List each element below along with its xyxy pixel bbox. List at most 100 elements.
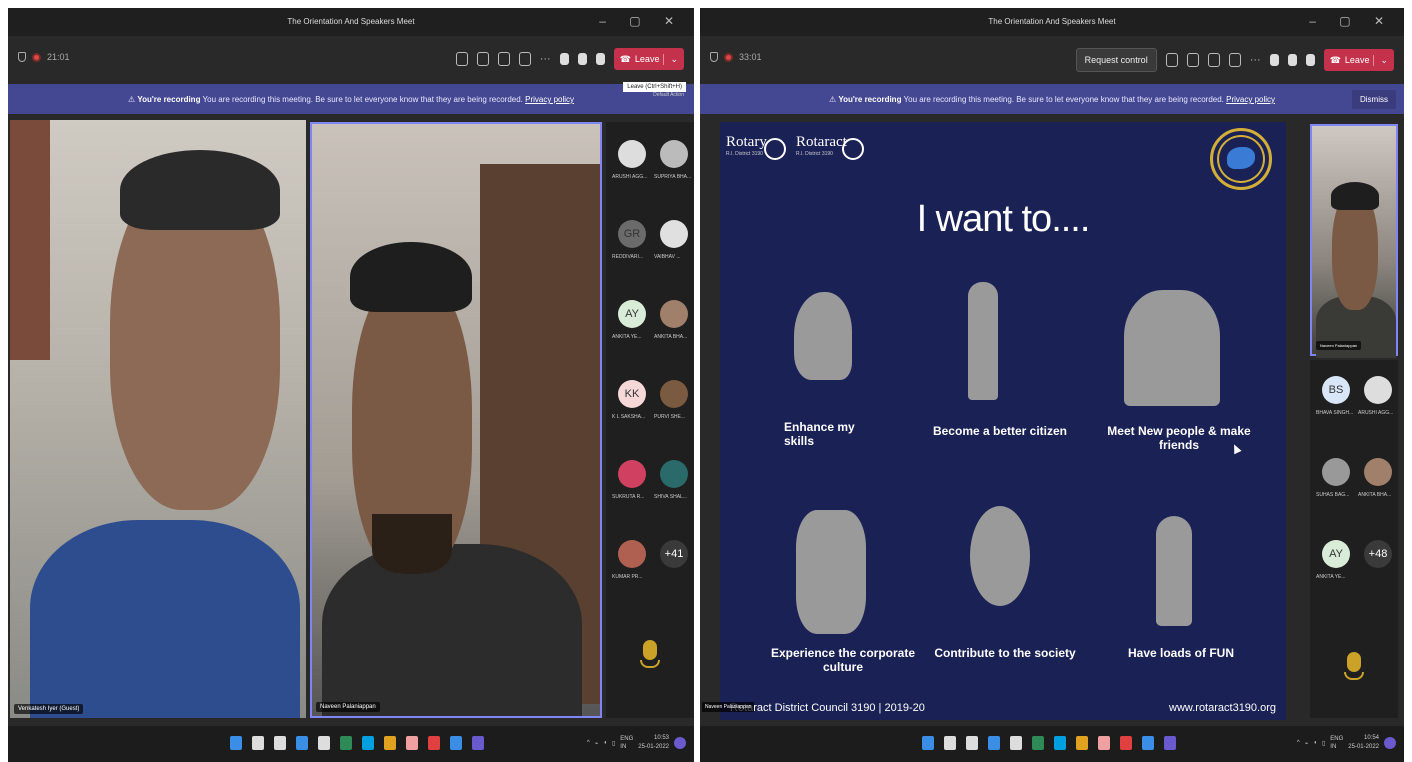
clock-time: 10:54 (1363, 735, 1379, 741)
rotaract-wheel-icon (842, 138, 864, 160)
window-controls[interactable]: – ▢ ✕ (599, 14, 684, 28)
chevron-up-icon[interactable]: ^ (1297, 740, 1300, 746)
window-controls[interactable]: – ▢ ✕ (1309, 14, 1394, 28)
edge-icon[interactable] (1054, 736, 1066, 750)
privacy-link[interactable]: Privacy policy (1226, 95, 1275, 104)
banner-text: You are recording this meeting. Be sure … (202, 95, 523, 104)
clock[interactable]: 10:54 25-01-2022 (1348, 734, 1379, 752)
mic-icon[interactable] (577, 53, 587, 65)
app-icon[interactable] (1142, 736, 1154, 750)
search-icon[interactable] (252, 736, 264, 750)
participant-avatar[interactable] (618, 460, 646, 488)
participant-name: Venkatesh Iyer (Guest) (14, 704, 84, 714)
participant-avatar[interactable]: +48 (1364, 540, 1392, 568)
dismiss-button[interactable]: Dismiss (1352, 90, 1396, 109)
file-explorer-icon[interactable] (1076, 736, 1088, 750)
widgets-icon[interactable] (988, 736, 1000, 750)
leave-button[interactable]: ☎ Leave ⌄ (613, 48, 684, 70)
app-icon[interactable] (1120, 736, 1132, 750)
battery-icon[interactable]: ▯ (612, 740, 615, 747)
volume-icon[interactable]: ◖ (1313, 740, 1317, 746)
presenter-video[interactable]: Naveen Palaniappan (1310, 124, 1398, 358)
hand-raise-icon[interactable] (1165, 53, 1178, 67)
district-seal (1210, 128, 1272, 190)
battery-icon[interactable]: ▯ (1322, 740, 1325, 747)
right-teams-window: The Orientation And Speakers Meet – ▢ ✕ … (700, 8, 1404, 762)
participant-avatar[interactable]: KK (618, 380, 646, 408)
system-tray: ^ ⌁ ◖ ▯ ENG IN 10:53 25-01-2022 (587, 734, 686, 752)
leave-label: Leave (634, 54, 660, 64)
task-view-icon[interactable] (274, 736, 286, 750)
participant-avatar[interactable] (1364, 458, 1392, 486)
participant-avatar[interactable]: AY (618, 300, 646, 328)
participant-name: KUMAR PR... (612, 574, 643, 580)
more-options-icon[interactable]: ··· (1250, 54, 1261, 66)
search-icon[interactable] (944, 736, 956, 750)
chat-icon[interactable] (318, 736, 330, 750)
participant-avatar[interactable] (618, 140, 646, 168)
chat-icon[interactable] (497, 52, 510, 66)
file-explorer-icon[interactable] (384, 736, 396, 750)
clock[interactable]: 10:53 25-01-2022 (638, 734, 669, 752)
widgets-icon[interactable] (296, 736, 308, 750)
participant-avatar[interactable]: AY (1322, 540, 1350, 568)
mic-icon[interactable] (1287, 54, 1297, 66)
more-options-icon[interactable]: ··· (540, 53, 551, 65)
share-icon[interactable] (1228, 53, 1241, 67)
notification-icon[interactable] (1384, 737, 1396, 749)
reactions-icon[interactable] (1186, 53, 1199, 67)
network-icon[interactable]: ⌁ (1305, 740, 1309, 747)
leave-button[interactable]: ☎ Leave ⌄ (1323, 49, 1394, 71)
app-icon[interactable] (406, 736, 418, 750)
participant-avatar[interactable] (660, 140, 688, 168)
reactions-icon[interactable] (476, 52, 489, 66)
app-icon[interactable] (450, 736, 462, 750)
participant-video-1[interactable]: Venkatesh Iyer (Guest) (10, 120, 306, 718)
start-icon[interactable] (230, 736, 242, 750)
participant-video-2[interactable]: Naveen Palaniappan (310, 122, 602, 718)
chevron-down-icon[interactable]: ⌄ (663, 53, 678, 65)
task-view-icon[interactable] (966, 736, 978, 750)
camera-icon[interactable] (1269, 54, 1279, 66)
edge-icon[interactable] (362, 736, 374, 750)
window-title: The Orientation And Speakers Meet (988, 17, 1116, 26)
participant-avatar[interactable]: GR (618, 220, 646, 248)
participant-avatar[interactable] (1364, 376, 1392, 404)
privacy-link[interactable]: Privacy policy (525, 95, 574, 104)
participant-avatar[interactable]: BS (1322, 376, 1350, 404)
mic-stand (1344, 672, 1364, 680)
chevron-down-icon[interactable]: ⌄ (1373, 54, 1388, 66)
person-beard (372, 514, 452, 574)
teams-icon[interactable] (472, 736, 484, 750)
request-control-button[interactable]: Request control (1075, 48, 1157, 72)
input-language[interactable]: ENG IN (1330, 735, 1343, 751)
store-icon[interactable] (340, 736, 352, 750)
network-icon[interactable]: ⌁ (595, 740, 599, 747)
start-icon[interactable] (922, 736, 934, 750)
clock-date: 25-01-2022 (638, 744, 669, 750)
store-icon[interactable] (1032, 736, 1044, 750)
teams-icon[interactable] (1164, 736, 1176, 750)
share-tray-icon[interactable] (595, 53, 605, 65)
chevron-up-icon[interactable]: ^ (587, 740, 590, 746)
share-tray-icon[interactable] (1305, 54, 1315, 66)
volume-icon[interactable]: ◖ (603, 740, 607, 746)
title-bar: The Orientation And Speakers Meet – ▢ ✕ (8, 8, 694, 36)
participant-avatar[interactable] (660, 300, 688, 328)
share-icon[interactable] (518, 52, 531, 66)
input-language[interactable]: ENG IN (620, 735, 633, 751)
app-icon[interactable] (428, 736, 440, 750)
participant-avatar[interactable] (618, 540, 646, 568)
camera-icon[interactable] (559, 53, 569, 65)
chat-icon[interactable] (1010, 736, 1022, 750)
app-icon[interactable] (1098, 736, 1110, 750)
notification-icon[interactable] (674, 737, 686, 749)
participant-avatar[interactable] (660, 220, 688, 248)
participant-avatar[interactable] (1322, 458, 1350, 486)
participant-avatar[interactable] (660, 460, 688, 488)
participant-roster: ARUSHI AGG... SUPRIYA BHA... GR REDDIVARI..… (606, 122, 694, 718)
hand-raise-icon[interactable] (455, 52, 468, 66)
participant-avatar[interactable] (660, 380, 688, 408)
chat-icon[interactable] (1207, 53, 1220, 67)
participant-avatar[interactable]: +41 (660, 540, 688, 568)
